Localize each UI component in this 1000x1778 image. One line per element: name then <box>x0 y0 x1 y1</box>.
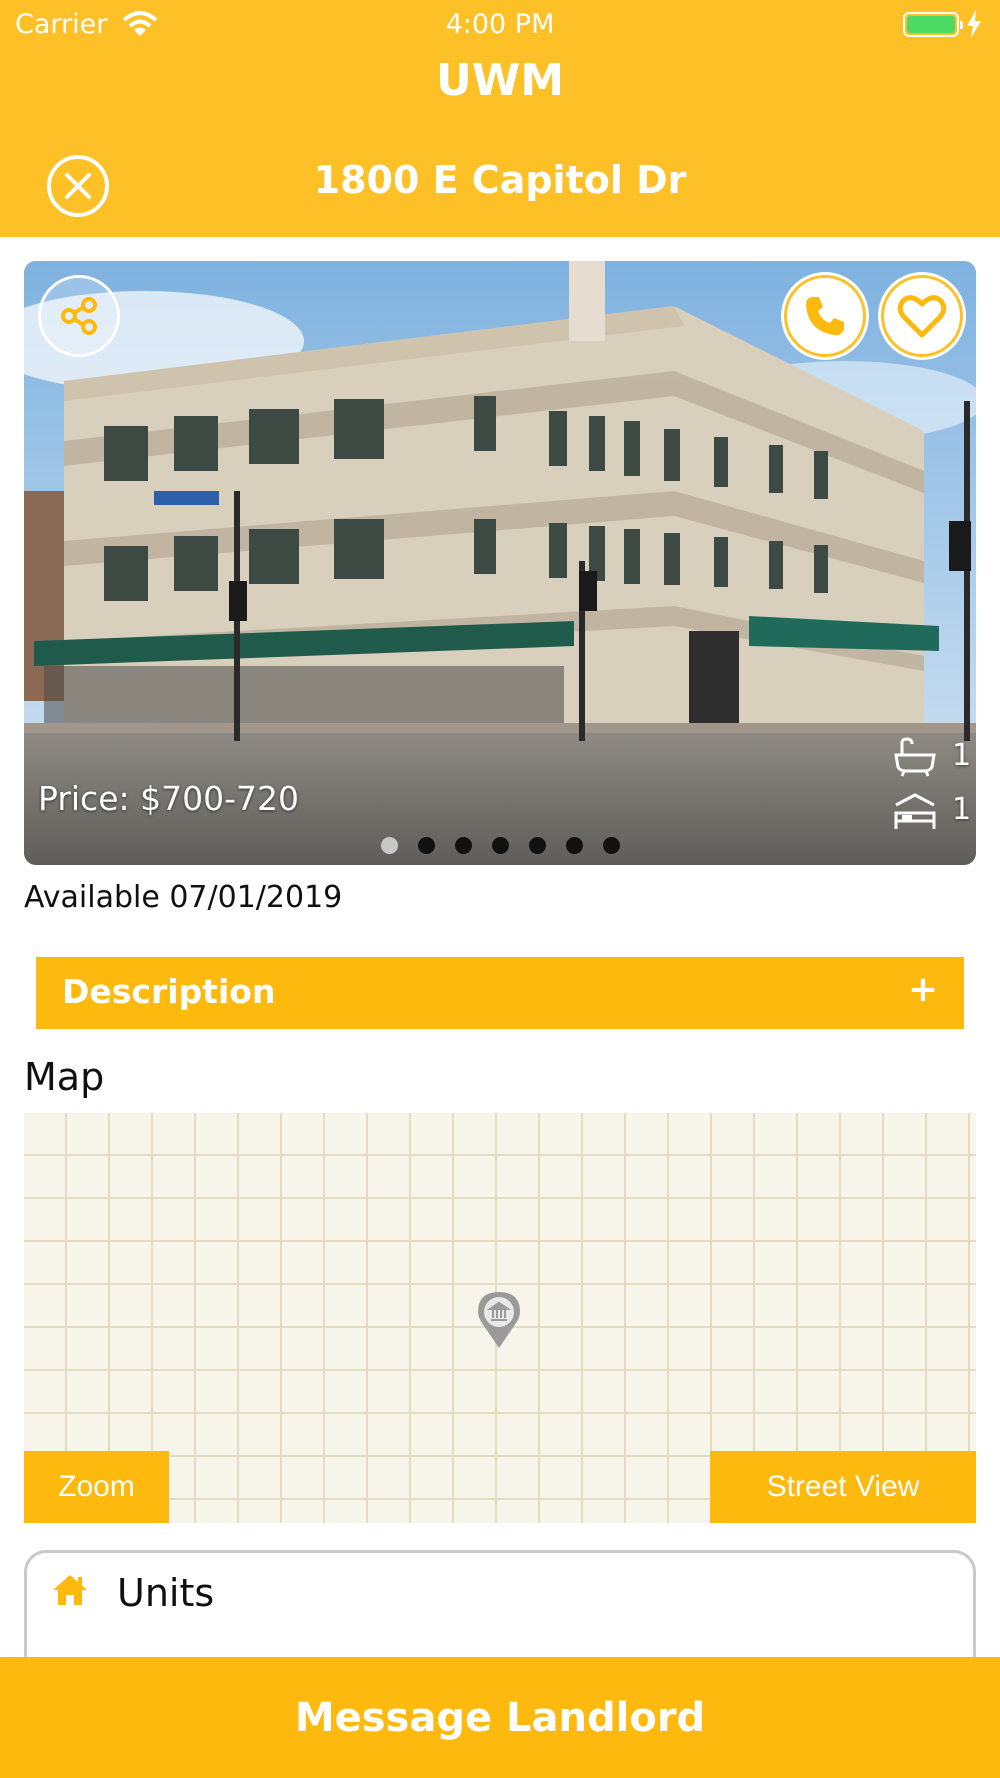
home-icon <box>53 1575 87 1605</box>
description-toggle[interactable]: Description + <box>36 957 964 1029</box>
carousel-dot[interactable] <box>417 837 435 854</box>
bathtub-icon <box>894 737 936 777</box>
carousel-dot[interactable] <box>565 837 583 854</box>
description-label: Description <box>62 972 276 1011</box>
heart-icon <box>897 295 947 338</box>
street-view-button[interactable]: Street View <box>710 1451 976 1523</box>
location-pin-icon <box>478 1292 520 1348</box>
call-button[interactable] <box>784 275 866 357</box>
favorite-button[interactable] <box>881 275 963 357</box>
units-heading: Units <box>117 1571 215 1615</box>
charging-icon <box>967 10 981 38</box>
expand-icon: + <box>907 969 938 1010</box>
bathroom-count: 1 <box>892 735 972 779</box>
carousel-dot[interactable] <box>491 837 509 854</box>
bedroom-count: 1 <box>892 789 972 833</box>
share-icon <box>61 297 97 335</box>
battery-icon <box>903 12 963 37</box>
carousel-dot[interactable] <box>454 837 472 854</box>
availability-date: Available 07/01/2019 <box>24 880 343 915</box>
price-label: Price: $700-720 <box>38 779 299 818</box>
status-bar: Carrier 4:00 PM <box>0 0 1000 50</box>
zoom-button[interactable]: Zoom <box>24 1451 169 1523</box>
map-heading: Map <box>24 1055 105 1099</box>
bed-icon <box>894 793 936 829</box>
header-bar: Carrier 4:00 PM UWM 1800 E Capitol Dr <box>0 0 1000 237</box>
status-time: 4:00 PM <box>445 9 555 40</box>
page-title: 1800 E Capitol Dr <box>313 158 687 202</box>
carousel-dot[interactable] <box>528 837 546 854</box>
carousel-page-indicator[interactable] <box>24 837 976 854</box>
map-view[interactable]: Zoom Street View <box>24 1113 976 1523</box>
share-button[interactable] <box>38 275 120 357</box>
message-landlord-button[interactable]: Message Landlord <box>0 1657 1000 1778</box>
app-title: UWM <box>435 55 565 106</box>
carousel-dot[interactable] <box>380 837 398 854</box>
phone-icon <box>806 297 844 336</box>
listing-photo-carousel[interactable]: Price: $700-720 1 1 <box>24 261 976 865</box>
carousel-dot[interactable] <box>602 837 620 854</box>
